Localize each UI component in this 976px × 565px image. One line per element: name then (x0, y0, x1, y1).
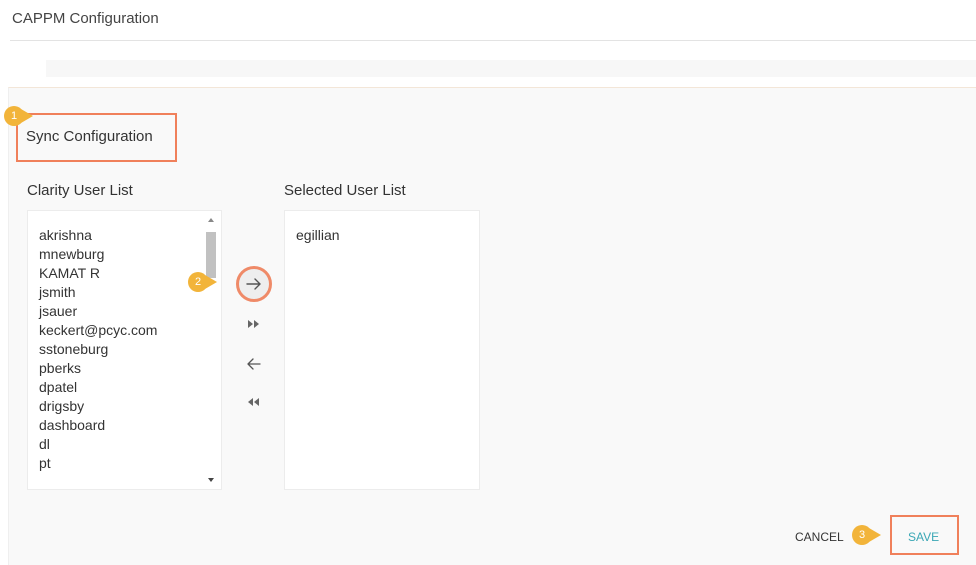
list-item[interactable]: jsauer (39, 302, 221, 321)
move-all-left-button[interactable] (236, 384, 272, 420)
clarity-user-items: akrishna mnewburg KAMAT R jsmith jsauer … (28, 211, 221, 473)
clarity-list-label: Clarity User List (27, 182, 133, 199)
list-item[interactable]: keckert@pcyc.com (39, 321, 221, 340)
callout-badge-1: 1 (4, 106, 33, 126)
toolbar-strip (46, 60, 976, 77)
cancel-button[interactable]: CANCEL (795, 530, 844, 544)
list-item[interactable]: egillian (296, 226, 479, 245)
list-item[interactable]: sstoneburg (39, 340, 221, 359)
arrow-left-icon (247, 358, 261, 370)
list-item[interactable]: drigsby (39, 397, 221, 416)
section-title: Sync Configuration (26, 128, 153, 145)
scrollbar[interactable] (205, 214, 217, 486)
scroll-down-icon[interactable] (208, 478, 214, 482)
scrollbar-thumb[interactable] (206, 232, 216, 278)
clarity-user-listbox[interactable]: akrishna mnewburg KAMAT R jsmith jsauer … (27, 210, 222, 490)
page-title: CAPPM Configuration (12, 10, 159, 27)
title-divider (10, 40, 976, 41)
list-item[interactable]: dashboard (39, 416, 221, 435)
double-chevron-right-icon (248, 320, 259, 328)
arrow-right-icon (246, 278, 261, 290)
double-chevron-left-icon (248, 398, 259, 406)
selected-user-items: egillian (285, 211, 479, 245)
list-item[interactable]: pt (39, 454, 221, 473)
list-item[interactable]: dl (39, 435, 221, 454)
move-left-button[interactable] (236, 346, 272, 382)
save-button[interactable]: SAVE (908, 530, 939, 544)
selected-user-listbox[interactable]: egillian (284, 210, 480, 490)
list-item[interactable]: akrishna (39, 226, 221, 245)
callout-badge-2: 2 (188, 272, 217, 292)
list-item[interactable]: dpatel (39, 378, 221, 397)
scroll-up-icon[interactable] (208, 218, 214, 222)
move-right-button[interactable] (236, 266, 272, 302)
list-item[interactable]: mnewburg (39, 245, 221, 264)
move-all-right-button[interactable] (236, 306, 272, 342)
list-item[interactable]: pberks (39, 359, 221, 378)
selected-list-label: Selected User List (284, 182, 406, 199)
callout-badge-3: 3 (852, 525, 881, 545)
